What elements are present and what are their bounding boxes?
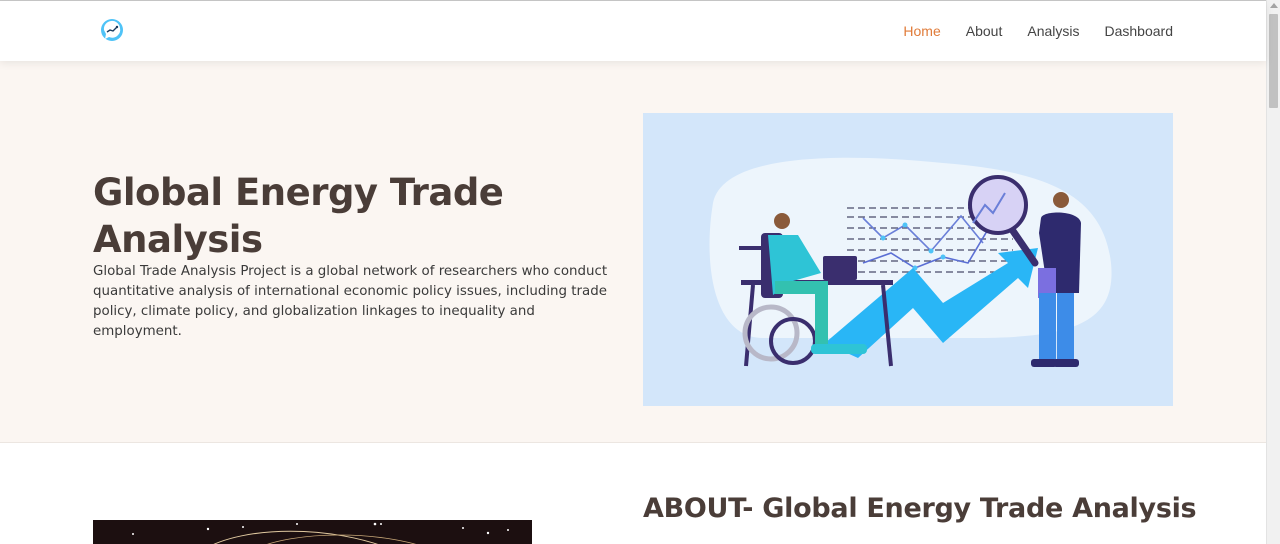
navbar: Home About Analysis Dashboard bbox=[0, 1, 1266, 61]
hero-title: Global Energy Trade Analysis bbox=[93, 171, 504, 261]
logo-icon[interactable] bbox=[99, 17, 125, 43]
hero-section: Global Energy Trade Analysis Global Trad… bbox=[0, 61, 1266, 443]
data-analysis-illustration bbox=[643, 113, 1173, 406]
nav-link-about[interactable]: About bbox=[966, 23, 1003, 39]
nav-link-analysis[interactable]: Analysis bbox=[1027, 23, 1079, 39]
scroll-up-icon[interactable] bbox=[1270, 3, 1278, 8]
nav-link-dashboard[interactable]: Dashboard bbox=[1105, 23, 1174, 39]
nav-link-home[interactable]: Home bbox=[903, 23, 940, 39]
dark-starfield-image bbox=[93, 520, 532, 544]
hero-description: Global Trade Analysis Project is a globa… bbox=[93, 264, 608, 339]
about-section: ABOUT- Global Energy Trade Analysis bbox=[0, 443, 1266, 544]
about-title: ABOUT- Global Energy Trade Analysis bbox=[643, 493, 1197, 524]
page-scrollbar[interactable] bbox=[1266, 0, 1280, 544]
nav-links: Home About Analysis Dashboard bbox=[878, 1, 1173, 61]
scrollbar-thumb[interactable] bbox=[1269, 14, 1278, 108]
